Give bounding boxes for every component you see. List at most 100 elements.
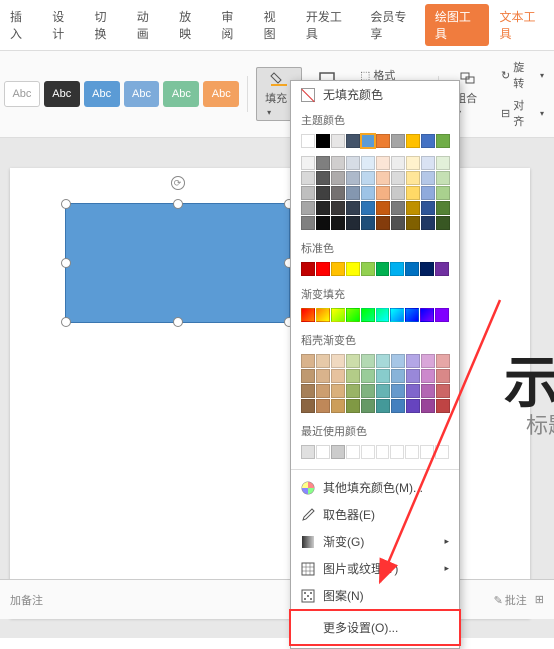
- color-swatch[interactable]: [436, 399, 450, 413]
- color-swatch[interactable]: [346, 156, 360, 170]
- color-swatch[interactable]: [346, 216, 360, 230]
- color-swatch[interactable]: [301, 216, 315, 230]
- color-swatch[interactable]: [346, 171, 360, 185]
- color-swatch[interactable]: [435, 262, 449, 276]
- eyedropper-option[interactable]: 取色器(E): [291, 501, 459, 528]
- color-swatch[interactable]: [421, 216, 435, 230]
- color-swatch[interactable]: [361, 186, 375, 200]
- color-swatch[interactable]: [316, 134, 330, 148]
- color-swatch[interactable]: [391, 134, 405, 148]
- color-swatch[interactable]: [316, 216, 330, 230]
- color-swatch[interactable]: [346, 201, 360, 215]
- color-swatch[interactable]: [436, 156, 450, 170]
- color-swatch[interactable]: [376, 201, 390, 215]
- color-swatch[interactable]: [420, 308, 434, 322]
- rotate-button[interactable]: ↻ 旋转▾: [495, 57, 550, 93]
- color-swatch[interactable]: [331, 186, 345, 200]
- color-swatch[interactable]: [406, 134, 420, 148]
- resize-handle-ml[interactable]: [61, 258, 71, 268]
- color-swatch[interactable]: [406, 171, 420, 185]
- color-swatch[interactable]: [391, 156, 405, 170]
- color-swatch[interactable]: [376, 171, 390, 185]
- color-swatch[interactable]: [301, 354, 315, 368]
- color-swatch[interactable]: [331, 201, 345, 215]
- view-toggle-icon[interactable]: ⊞: [535, 593, 544, 606]
- color-swatch[interactable]: [361, 134, 375, 148]
- color-swatch[interactable]: [331, 354, 345, 368]
- color-swatch[interactable]: [391, 384, 405, 398]
- selected-rectangle[interactable]: ⟳: [65, 203, 290, 323]
- color-swatch[interactable]: [376, 186, 390, 200]
- resize-handle-bm[interactable]: [173, 317, 183, 327]
- color-swatch[interactable]: [421, 201, 435, 215]
- color-swatch[interactable]: [436, 369, 450, 383]
- color-swatch[interactable]: [376, 399, 390, 413]
- color-swatch[interactable]: [361, 216, 375, 230]
- color-swatch[interactable]: [316, 156, 330, 170]
- shape-style-4[interactable]: Abc: [124, 81, 160, 107]
- color-swatch[interactable]: [361, 384, 375, 398]
- color-swatch[interactable]: [420, 262, 434, 276]
- color-swatch[interactable]: [376, 156, 390, 170]
- shape-style-5[interactable]: Abc: [163, 81, 199, 107]
- color-swatch[interactable]: [346, 262, 360, 276]
- color-swatch[interactable]: [331, 399, 345, 413]
- tab-animation[interactable]: 动画: [127, 4, 169, 46]
- color-swatch[interactable]: [405, 262, 419, 276]
- color-swatch[interactable]: [361, 369, 375, 383]
- color-swatch[interactable]: [301, 262, 315, 276]
- color-swatch[interactable]: [301, 308, 315, 322]
- tab-transition[interactable]: 切换: [85, 4, 127, 46]
- shape-style-2[interactable]: Abc: [44, 81, 80, 107]
- tab-slideshow[interactable]: 放映: [169, 4, 211, 46]
- color-swatch[interactable]: [316, 354, 330, 368]
- color-swatch[interactable]: [301, 201, 315, 215]
- gradient-option[interactable]: 渐变(G) ▸: [291, 528, 459, 555]
- color-swatch[interactable]: [331, 134, 345, 148]
- tab-member[interactable]: 会员专享: [360, 4, 425, 46]
- picture-texture-option[interactable]: 图片或纹理(T) ▸: [291, 555, 459, 582]
- color-swatch[interactable]: [390, 262, 404, 276]
- color-swatch[interactable]: [331, 216, 345, 230]
- color-swatch[interactable]: [346, 134, 360, 148]
- color-swatch[interactable]: [301, 445, 315, 459]
- color-swatch[interactable]: [421, 399, 435, 413]
- color-swatch[interactable]: [376, 262, 390, 276]
- color-swatch[interactable]: [361, 171, 375, 185]
- color-swatch[interactable]: [406, 186, 420, 200]
- color-swatch[interactable]: [406, 156, 420, 170]
- tab-devtools[interactable]: 开发工具: [296, 4, 361, 46]
- tab-view[interactable]: 视图: [254, 4, 296, 46]
- color-swatch[interactable]: [436, 384, 450, 398]
- color-swatch[interactable]: [421, 354, 435, 368]
- color-swatch[interactable]: [361, 308, 375, 322]
- color-swatch[interactable]: [316, 186, 330, 200]
- color-swatch[interactable]: [361, 399, 375, 413]
- color-swatch[interactable]: [376, 216, 390, 230]
- add-notes-button[interactable]: 加备注: [10, 592, 43, 608]
- color-swatch[interactable]: [301, 156, 315, 170]
- no-fill-option[interactable]: 无填充颜色: [291, 81, 459, 108]
- color-swatch[interactable]: [331, 171, 345, 185]
- color-swatch[interactable]: [331, 308, 345, 322]
- shape-style-3[interactable]: Abc: [84, 81, 120, 107]
- color-swatch[interactable]: [436, 134, 450, 148]
- shape-style-1[interactable]: Abc: [4, 81, 40, 107]
- color-swatch[interactable]: [436, 186, 450, 200]
- color-swatch[interactable]: [361, 262, 375, 276]
- resize-handle-tm[interactable]: [173, 199, 183, 209]
- color-swatch[interactable]: [391, 201, 405, 215]
- color-swatch[interactable]: [376, 369, 390, 383]
- color-swatch[interactable]: [436, 201, 450, 215]
- color-swatch[interactable]: [316, 171, 330, 185]
- color-swatch[interactable]: [301, 186, 315, 200]
- color-swatch[interactable]: [421, 156, 435, 170]
- more-fill-colors[interactable]: 其他填充颜色(M)...: [291, 474, 459, 501]
- color-swatch[interactable]: [316, 262, 330, 276]
- tab-review[interactable]: 审阅: [211, 4, 253, 46]
- color-swatch[interactable]: [316, 384, 330, 398]
- tab-drawing-tools[interactable]: 绘图工具: [425, 4, 490, 46]
- color-swatch[interactable]: [316, 369, 330, 383]
- color-swatch[interactable]: [331, 384, 345, 398]
- color-swatch[interactable]: [301, 171, 315, 185]
